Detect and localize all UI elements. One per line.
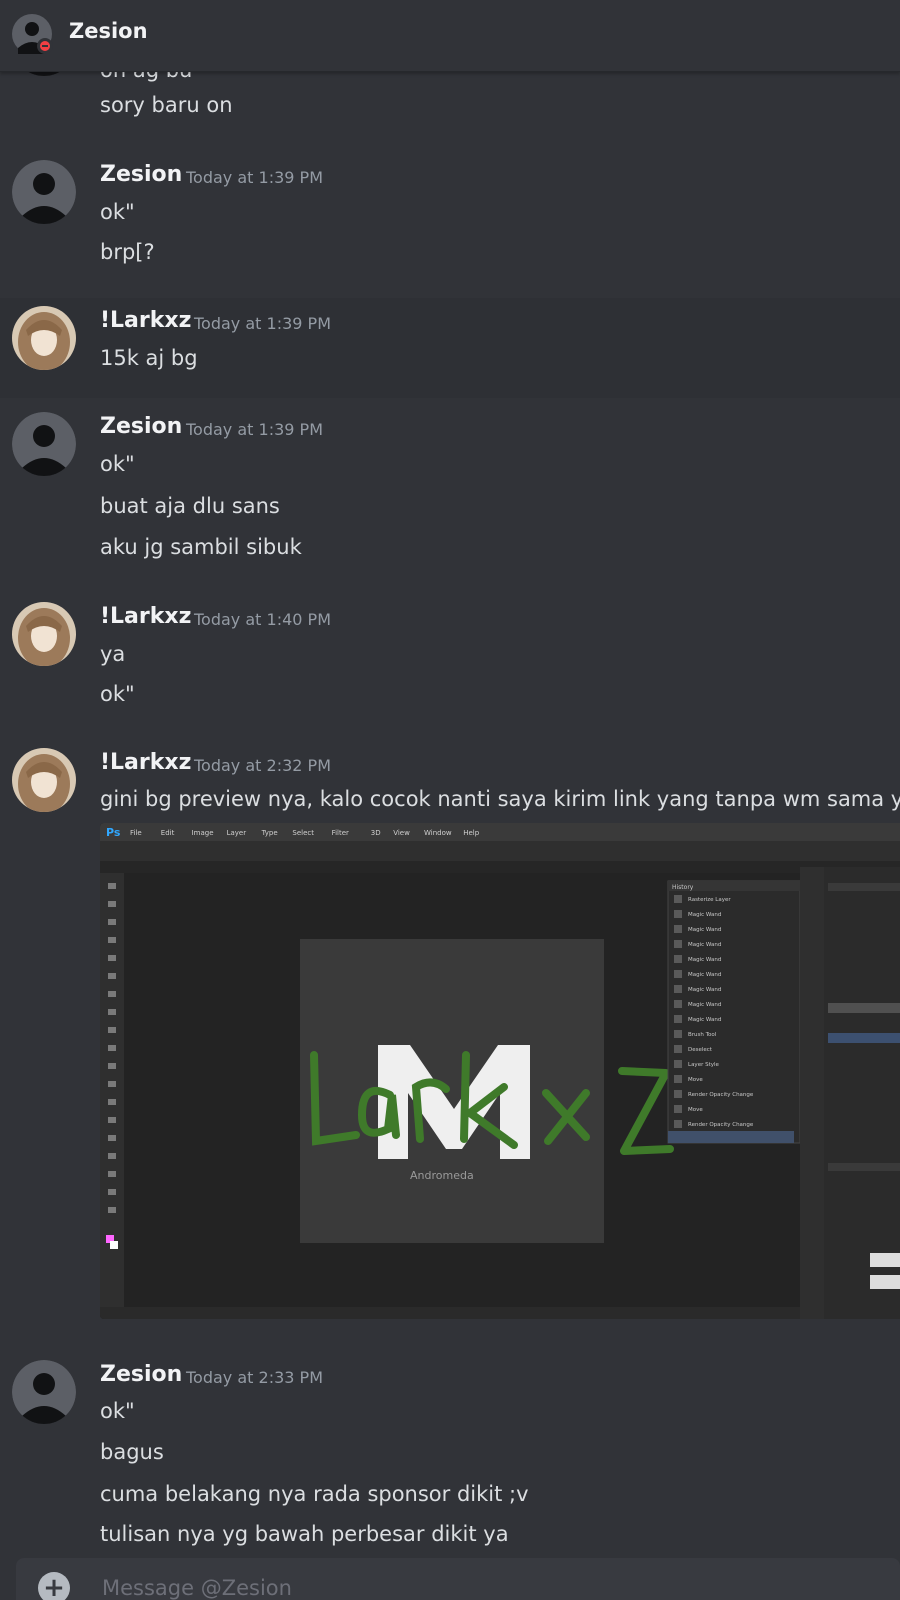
ps-history-item: Magic Wand	[688, 972, 721, 978]
message-author[interactable]: Zesion	[100, 1362, 182, 1387]
message-text: ok"	[100, 452, 135, 476]
ps-menu-item: 3D	[371, 829, 381, 837]
ps-history-item: Magic Wand	[688, 942, 721, 948]
dnd-status-icon	[37, 38, 53, 54]
ps-history-item: Magic Wand	[688, 1017, 721, 1023]
message-text: sory baru on	[100, 93, 233, 117]
zesion-avatar[interactable]	[12, 72, 76, 76]
ps-history-icon	[674, 895, 682, 903]
ps-menu-item: Layer	[227, 829, 247, 837]
add-attachment-icon[interactable]: +	[38, 1572, 70, 1600]
dm-header: Zesion	[0, 0, 900, 72]
svg-text:Andromeda: Andromeda	[410, 1169, 474, 1182]
ps-history-item: Magic Wand	[688, 987, 721, 993]
ps-history-item: Move	[688, 1077, 703, 1083]
message-author[interactable]: Zesion	[100, 162, 182, 187]
message-text: ya	[100, 642, 126, 666]
message-text: bagus	[100, 1440, 164, 1464]
message-text: gini bg preview nya, kalo cocok nanti sa…	[100, 787, 900, 811]
message-composer[interactable]: + Message @Zesion	[16, 1558, 900, 1600]
larkxz-avatar[interactable]	[12, 748, 76, 812]
message-text: on ag bu	[100, 72, 192, 82]
ps-history-icon	[674, 1015, 682, 1023]
ps-history-icon	[674, 1075, 682, 1083]
ps-history-item: Layer Style	[688, 1062, 720, 1068]
ps-menu-item: Select	[292, 829, 314, 837]
ps-menu-item: Filter	[332, 829, 349, 837]
ps-history-icon	[674, 985, 682, 993]
message-timestamp[interactable]: Today at 1:39 PM	[186, 168, 323, 187]
ps-menu-item: View	[393, 829, 410, 837]
dm-title[interactable]: Zesion	[69, 19, 148, 43]
message-timestamp[interactable]: Today at 1:39 PM	[186, 420, 323, 439]
message-author[interactable]: Zesion	[100, 414, 182, 439]
ps-menu-item: File	[130, 829, 142, 837]
ps-logo: Ps	[106, 826, 121, 839]
image-attachment[interactable]: Ps File Edit Image Layer Type Select Filter 3D V…	[100, 823, 900, 1319]
ps-history-icon	[674, 955, 682, 963]
message-text: tulisan nya yg bawah perbesar dikit ya	[100, 1522, 509, 1546]
message-author[interactable]: !Larkxz	[100, 308, 191, 333]
message-text: buat aja dlu sans	[100, 494, 280, 518]
ps-history-item: Magic Wand	[688, 1002, 721, 1008]
message-list[interactable]: on ag bu sory baru on Zesion Today at 1:…	[0, 72, 900, 1552]
message-timestamp[interactable]: Today at 1:39 PM	[194, 314, 331, 333]
photoshop-screenshot: Ps File Edit Image Layer Type Select Filter 3D V…	[100, 823, 900, 1319]
larkxz-avatar[interactable]	[12, 306, 76, 370]
ps-history-icon	[674, 1000, 682, 1008]
message-timestamp[interactable]: Today at 2:33 PM	[186, 1368, 323, 1387]
zesion-avatar[interactable]	[12, 1360, 76, 1424]
message-text: cuma belakang nya rada sponsor dikit ;v	[100, 1482, 529, 1506]
ps-history-icon	[674, 925, 682, 933]
message-text: aku jg sambil sibuk	[100, 535, 302, 559]
ps-history-icon	[674, 970, 682, 978]
ps-menu-item: Type	[261, 829, 278, 837]
ps-history-icon	[674, 910, 682, 918]
ps-history-icon	[674, 1090, 682, 1098]
ps-history-icon	[674, 1120, 682, 1128]
ps-history-icon	[674, 1060, 682, 1068]
ps-history-item: Render Opacity Change	[688, 1122, 754, 1128]
ps-history-item: Deselect	[688, 1047, 713, 1053]
message-timestamp[interactable]: Today at 1:40 PM	[194, 610, 331, 629]
ps-history-icon	[674, 1045, 682, 1053]
ps-history-item: Magic Wand	[688, 957, 721, 963]
message-text: brp[?	[100, 240, 155, 264]
ps-menu-item: Window	[424, 829, 452, 837]
larkxz-avatar[interactable]	[12, 602, 76, 666]
message-text: 15k aj bg	[100, 346, 198, 370]
svg-text:History: History	[672, 884, 694, 891]
ps-history-icon	[674, 1030, 682, 1038]
message-text: ok"	[100, 1399, 135, 1423]
message-text: ok"	[100, 682, 135, 706]
message-text: ok"	[100, 200, 135, 224]
ps-history-item: Rasterize Layer	[688, 897, 731, 903]
zesion-avatar[interactable]	[12, 412, 76, 476]
ps-history-item: Magic Wand	[688, 927, 721, 933]
ps-menu-item: Edit	[161, 829, 175, 837]
message-author[interactable]: !Larkxz	[100, 604, 191, 629]
message-input[interactable]: Message @Zesion	[102, 1576, 292, 1600]
ps-history-item: Render Opacity Change	[688, 1092, 754, 1098]
ps-history-item: Magic Wand	[688, 912, 721, 918]
message-author[interactable]: !Larkxz	[100, 750, 191, 775]
ps-history-icon	[674, 940, 682, 948]
message-timestamp[interactable]: Today at 2:32 PM	[194, 756, 331, 775]
zesion-avatar[interactable]	[12, 160, 76, 224]
ps-history-item: Brush Tool	[688, 1032, 717, 1038]
ps-menu-item: Help	[463, 829, 480, 837]
ps-menu-item: Image	[192, 829, 214, 837]
ps-history-icon	[674, 1105, 682, 1113]
ps-history-item: Move	[688, 1107, 703, 1113]
